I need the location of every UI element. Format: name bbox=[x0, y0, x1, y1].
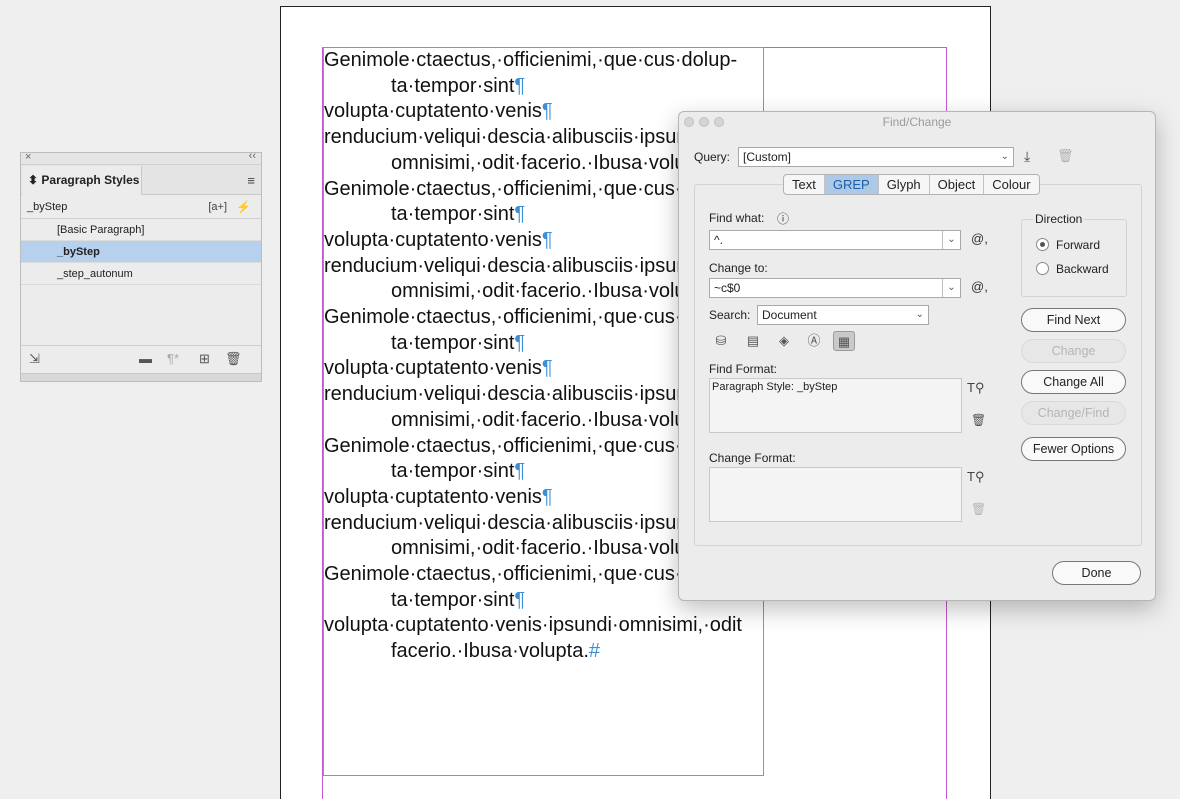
pilcrow-mark: ¶ bbox=[541, 485, 553, 508]
info-icon[interactable]: ⓘ bbox=[777, 210, 789, 227]
paragraph[interactable]: Genimole·ctaectus,·officienimi,·que·cus·… bbox=[324, 48, 765, 99]
clear-find-format-icon[interactable]: 🗑 bbox=[971, 413, 986, 427]
done-button[interactable]: Done bbox=[1052, 561, 1141, 585]
close-panel-icon[interactable]: × bbox=[25, 151, 31, 163]
pilcrow-mark: ¶ bbox=[514, 588, 526, 611]
include-master-pages-icon[interactable]: Ⓐ bbox=[803, 331, 825, 351]
backward-radio[interactable] bbox=[1036, 262, 1049, 275]
text-line: Genimole·ctaectus,·officienimi,·que·cus·… bbox=[324, 49, 738, 71]
paragraph[interactable]: volupta·cuptatento·venis·ipsundi·omnisim… bbox=[324, 613, 765, 664]
close-window-button[interactable] bbox=[684, 117, 694, 127]
specify-change-format-icon[interactable]: T⚲ bbox=[967, 469, 984, 485]
minimize-window-button[interactable] bbox=[699, 117, 709, 127]
change-format-box[interactable] bbox=[709, 467, 962, 522]
new-style-from-selection-button[interactable]: [a+] bbox=[208, 195, 227, 219]
text-line-indented: ta·tempor·sint¶ bbox=[391, 74, 526, 97]
search-type-tabs: Text GREP Glyph Object Colour bbox=[783, 174, 1040, 195]
chevron-down-icon: ⌄ bbox=[915, 309, 924, 320]
direction-group bbox=[1021, 219, 1127, 297]
pilcrow-mark: ¶ bbox=[514, 460, 526, 483]
include-hidden-layers-icon[interactable]: ◈ bbox=[773, 331, 795, 351]
style-list-item[interactable]: _byStep bbox=[21, 241, 261, 263]
pilcrow-mark: ¶ bbox=[541, 100, 553, 123]
dialog-title: Find/Change bbox=[882, 115, 952, 129]
change-button[interactable]: Change bbox=[1021, 339, 1126, 363]
zoom-window-button[interactable] bbox=[714, 117, 724, 127]
special-characters-find-icon[interactable]: @, bbox=[971, 231, 988, 246]
pilcrow-mark: ¶ bbox=[514, 203, 526, 226]
pilcrow-mark: ¶ bbox=[514, 331, 526, 354]
include-footnotes-icon[interactable]: ▦ bbox=[833, 331, 855, 351]
new-style-icon[interactable]: ⊞ bbox=[199, 351, 210, 367]
forward-radio[interactable] bbox=[1036, 238, 1049, 251]
paragraph-styles-panel: × ‹‹ ⬍ Paragraph Styles ≡ _byStep [a+] ⚡… bbox=[20, 150, 262, 382]
change-all-button[interactable]: Change All bbox=[1021, 370, 1126, 394]
find-format-label: Find Format: bbox=[709, 362, 778, 376]
tab-text[interactable]: Text bbox=[784, 175, 825, 194]
include-locked-layers-icon[interactable]: ⛁ bbox=[710, 331, 732, 351]
find-format-box[interactable]: Paragraph Style: _byStep bbox=[709, 378, 962, 433]
chevron-down-icon[interactable]: ⌄ bbox=[942, 231, 960, 249]
change-find-button[interactable]: Change/Find bbox=[1021, 401, 1126, 425]
collapse-panel-icon[interactable]: ‹‹ bbox=[249, 150, 256, 162]
pilcrow-mark: ¶ bbox=[514, 74, 526, 97]
change-format-label: Change Format: bbox=[709, 451, 796, 465]
load-styles-icon[interactable]: ⇲ bbox=[29, 351, 40, 367]
style-list-item[interactable]: _step_autonum bbox=[21, 263, 261, 285]
style-list: [Basic Paragraph] _byStep _step_autonum bbox=[21, 219, 261, 337]
clear-overrides-icon[interactable]: ¶* bbox=[167, 351, 179, 366]
end-of-story-marker: # bbox=[588, 640, 601, 663]
tab-arrows-icon: ⬍ bbox=[28, 173, 39, 187]
direction-label: Direction bbox=[1033, 212, 1085, 226]
tab-grep[interactable]: GREP bbox=[824, 175, 879, 194]
find-change-dialog: Find/Change Query: [Custom] ⌄ ⤓ 🗑 Text GRE… bbox=[678, 111, 1156, 601]
delete-query-icon[interactable]: 🗑 bbox=[1057, 148, 1074, 164]
save-query-icon[interactable]: ⤓ bbox=[1024, 148, 1030, 165]
find-next-button[interactable]: Find Next bbox=[1021, 308, 1126, 332]
fewer-options-button[interactable]: Fewer Options bbox=[1021, 437, 1126, 461]
text-line-indented: facerio.·Ibusa·volupta.# bbox=[391, 640, 601, 663]
style-list-item[interactable]: [Basic Paragraph] bbox=[21, 219, 261, 241]
backward-label: Backward bbox=[1056, 262, 1109, 276]
search-scope-dropdown[interactable]: Document ⌄ bbox=[757, 305, 929, 325]
delete-style-icon[interactable]: 🗑 bbox=[225, 351, 242, 367]
quick-apply-icon[interactable]: ⚡ bbox=[236, 195, 251, 219]
text-line: volupta·cuptatento·venis·ipsundi·omnisim… bbox=[324, 614, 742, 637]
search-label: Search: bbox=[709, 308, 751, 322]
new-style-group-icon[interactable]: ▬ bbox=[139, 351, 152, 366]
tab-glyph[interactable]: Glyph bbox=[879, 175, 930, 194]
chevron-down-icon: ⌄ bbox=[1000, 151, 1009, 162]
panel-menu-icon[interactable]: ≡ bbox=[247, 173, 255, 188]
find-what-field[interactable]: ^. ⌄ bbox=[709, 230, 961, 250]
change-to-label: Change to: bbox=[709, 261, 768, 275]
query-dropdown[interactable]: [Custom] ⌄ bbox=[738, 147, 1014, 167]
query-label: Query: bbox=[694, 150, 731, 164]
current-style-row: _byStep [a+] ⚡ bbox=[21, 195, 261, 219]
clear-change-format-icon[interactable]: 🗑 bbox=[971, 502, 986, 516]
panel-title: Paragraph Styles bbox=[41, 173, 140, 187]
tab-object[interactable]: Object bbox=[930, 175, 985, 194]
change-to-field[interactable]: ~c$0 ⌄ bbox=[709, 278, 961, 298]
specify-find-format-icon[interactable]: T⚲ bbox=[967, 380, 984, 396]
resize-grip[interactable] bbox=[21, 373, 261, 381]
pilcrow-mark: ¶ bbox=[541, 357, 553, 380]
forward-label: Forward bbox=[1056, 238, 1101, 252]
chevron-down-icon[interactable]: ⌄ bbox=[942, 279, 960, 297]
tab-colour[interactable]: Colour bbox=[984, 175, 1038, 194]
current-style-label: _byStep bbox=[27, 201, 68, 213]
include-locked-stories-icon[interactable]: ▤ bbox=[742, 331, 764, 351]
pilcrow-mark: ¶ bbox=[541, 228, 553, 251]
special-characters-change-icon[interactable]: @, bbox=[971, 279, 988, 294]
tab-paragraph-styles[interactable]: ⬍ Paragraph Styles bbox=[22, 166, 142, 195]
panel-bottom-toolbar: ⇲ ▬ ¶* ⊞ 🗑 bbox=[21, 345, 261, 373]
find-what-label: Find what: bbox=[709, 211, 765, 225]
